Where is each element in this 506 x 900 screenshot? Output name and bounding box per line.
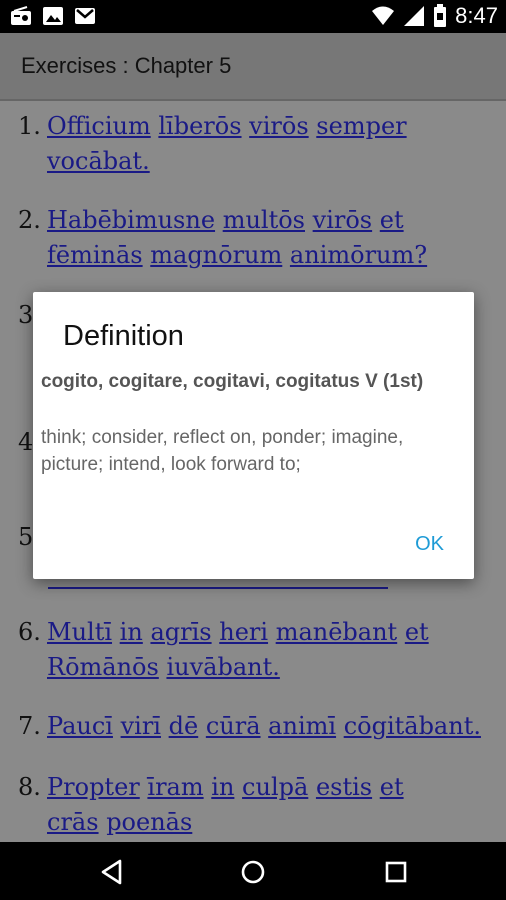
status-bar: 8:47 bbox=[0, 0, 506, 33]
word-link[interactable]: cōgitābant. bbox=[344, 712, 481, 740]
word-link[interactable]: et bbox=[380, 773, 404, 801]
word-link[interactable]: Paucī bbox=[47, 712, 113, 740]
clock: 8:47 bbox=[455, 3, 498, 28]
word-link[interactable]: magnōrum bbox=[150, 241, 282, 269]
word-link[interactable]: virōs bbox=[313, 206, 372, 234]
word-link[interactable]: cūrā bbox=[206, 712, 261, 740]
radio-icon bbox=[11, 6, 31, 25]
page-title: Exercises : Chapter 5 bbox=[21, 53, 232, 78]
exercise-text: Officium līberōs virōs semper vocābat. bbox=[47, 109, 487, 179]
word-link[interactable]: vocābat. bbox=[47, 147, 150, 175]
exercise-number: 6. bbox=[18, 618, 41, 646]
word-link[interactable]: fēminās bbox=[47, 241, 143, 269]
navigation-bar bbox=[0, 842, 506, 900]
app-bar: Exercises : Chapter 5 bbox=[0, 33, 506, 101]
signal-icon bbox=[404, 6, 425, 26]
word-link[interactable]: īram bbox=[147, 773, 203, 801]
home-icon[interactable] bbox=[237, 856, 269, 888]
exercise-number: 2. bbox=[18, 206, 41, 234]
word-link[interactable]: virōs bbox=[249, 112, 308, 140]
word-link[interactable]: līberōs bbox=[158, 112, 241, 140]
dialog-title: Definition bbox=[63, 320, 184, 352]
word-link[interactable]: manēbant bbox=[276, 618, 398, 646]
word-link[interactable]: et bbox=[405, 618, 429, 646]
system-icons: 8:47 bbox=[371, 3, 498, 29]
word-link[interactable]: crās bbox=[47, 808, 99, 836]
exercise-text: Propter īram in culpā estis et crās poenā… bbox=[47, 770, 487, 840]
word-link[interactable]: semper bbox=[316, 112, 406, 140]
ok-button[interactable]: OK bbox=[415, 533, 444, 556]
exercise-number: 8. bbox=[18, 773, 41, 801]
word-link[interactable]: Rōmānōs bbox=[47, 653, 159, 681]
image-icon bbox=[43, 7, 63, 25]
back-icon[interactable] bbox=[96, 856, 128, 888]
battery-icon bbox=[434, 4, 447, 27]
word-link[interactable]: iuvābant. bbox=[166, 653, 279, 681]
word-link[interactable]: dē bbox=[169, 712, 199, 740]
word-link[interactable]: in bbox=[211, 773, 234, 801]
exercise-text: Multī in agrīs heri manēbant et Rōmānōs i… bbox=[47, 615, 487, 685]
word-link[interactable]: animī bbox=[268, 712, 336, 740]
word-link[interactable]: animōrum? bbox=[290, 241, 427, 269]
definition-dialog: Definition cogito, cogitare, cogitavi, c… bbox=[33, 292, 474, 579]
word-link[interactable]: culpā bbox=[242, 773, 308, 801]
word-link[interactable]: Propter bbox=[47, 773, 140, 801]
recents-icon[interactable] bbox=[380, 856, 412, 888]
word-link[interactable]: Habēbimusne bbox=[47, 206, 215, 234]
word-link[interactable]: poenās bbox=[106, 808, 192, 836]
word-link[interactable]: Multī bbox=[47, 618, 112, 646]
word-link[interactable]: heri bbox=[219, 618, 268, 646]
exercise-number: 1. bbox=[18, 112, 41, 140]
dialog-headword: cogito, cogitare, cogitavi, cogitatus V … bbox=[41, 371, 424, 392]
gmail-icon bbox=[75, 8, 95, 24]
word-link[interactable]: in bbox=[120, 618, 143, 646]
exercise-text: Paucī virī dē cūrā animī cōgitābant. bbox=[47, 709, 487, 744]
exercise-text: Habēbimusne multōs virōs et fēminās magnō… bbox=[47, 203, 487, 273]
word-link[interactable]: et bbox=[380, 206, 404, 234]
dialog-definition: think; consider, reflect on, ponder; ima… bbox=[41, 427, 404, 475]
notification-icons bbox=[10, 6, 96, 26]
word-link[interactable]: Officium bbox=[47, 112, 151, 140]
exercise-number: 7. bbox=[18, 712, 41, 740]
word-link[interactable]: agrīs bbox=[150, 618, 211, 646]
wifi-icon bbox=[372, 6, 395, 25]
word-link[interactable]: virī bbox=[121, 712, 161, 740]
word-link[interactable]: multōs bbox=[223, 206, 305, 234]
word-link[interactable]: estis bbox=[316, 773, 372, 801]
